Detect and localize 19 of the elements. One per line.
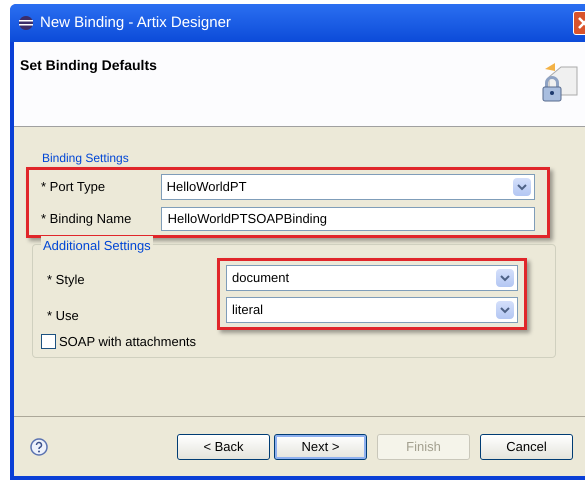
checkbox-label: SOAP with attachments bbox=[59, 332, 196, 350]
app-icon bbox=[18, 15, 34, 31]
field-label: * Port Type bbox=[41, 178, 106, 196]
group-legend: Binding Settings bbox=[42, 149, 575, 167]
field-label: * Style bbox=[47, 270, 86, 289]
window-title: New Binding - Artix Designer bbox=[40, 12, 231, 33]
help-icon[interactable] bbox=[30, 438, 48, 456]
dropdown[interactable]: document bbox=[226, 264, 518, 290]
text-field[interactable]: HelloWorldPTSOAPBinding bbox=[160, 207, 535, 231]
checkbox[interactable] bbox=[41, 334, 56, 349]
group-legend: Additional Settings bbox=[41, 236, 153, 256]
dialog-button[interactable]: < Back bbox=[177, 434, 270, 460]
dropdown[interactable]: HelloWorldPT bbox=[160, 174, 535, 200]
field-label: * Binding Name bbox=[41, 210, 132, 228]
field-label: * Use bbox=[47, 307, 80, 325]
dialog-button[interactable]: Cancel bbox=[480, 434, 573, 460]
dialog-button[interactable]: Next > bbox=[274, 434, 367, 460]
page-title: Set Binding Defaults bbox=[20, 56, 157, 75]
dropdown[interactable]: literal bbox=[226, 296, 518, 322]
